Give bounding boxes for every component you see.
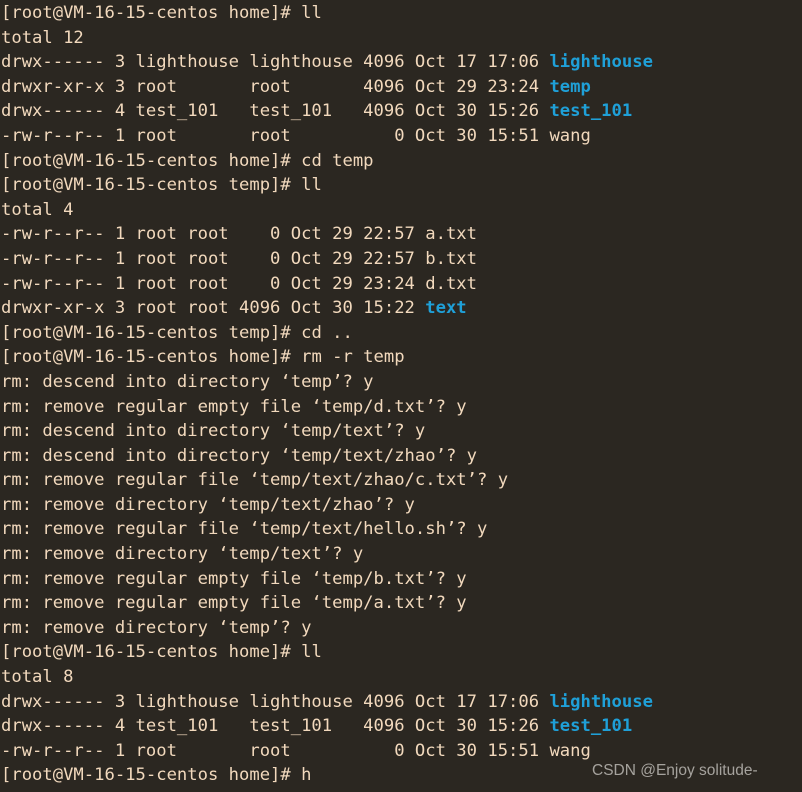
terminal-line: rm: descend into directory ‘temp’? y bbox=[1, 370, 653, 395]
listing-metadata: drwx------ 3 lighthouse lighthouse 4096 … bbox=[1, 691, 550, 712]
shell-command: h bbox=[301, 765, 312, 786]
command-output: rm: remove directory ‘temp/text’? y bbox=[1, 544, 364, 565]
terminal-screen[interactable]: [root@VM-16-15-centos home]# ll total 12 d… bbox=[1, 1, 653, 788]
command-output: total 12 bbox=[1, 27, 84, 48]
terminal-line: -rw-r--r-- 1 root root 0 Oct 29 23:24 d.… bbox=[1, 272, 653, 297]
terminal-line: rm: remove directory ‘temp/text’? y bbox=[1, 542, 653, 567]
terminal-line: rm: remove regular empty file ‘temp/d.tx… bbox=[1, 395, 653, 420]
listing-metadata: drwx------ 3 lighthouse lighthouse 4096 … bbox=[1, 52, 550, 73]
shell-command: ll bbox=[301, 642, 322, 663]
command-output: rm: descend into directory ‘temp/text/zh… bbox=[1, 445, 477, 466]
listing-metadata: drwx------ 4 test_101 test_101 4096 Oct … bbox=[1, 716, 550, 737]
command-output: rm: remove regular file ‘temp/text/hello… bbox=[1, 519, 488, 540]
terminal-line: total 4 bbox=[1, 198, 653, 223]
listing-metadata: -rw-r--r-- 1 root root 0 Oct 29 22:57 bbox=[1, 224, 426, 245]
shell-command: ll bbox=[301, 3, 322, 23]
command-output: rm: remove directory ‘temp/text/zhao’? y bbox=[1, 494, 415, 515]
shell-prompt: [root@VM-16-15-centos home]# bbox=[1, 642, 302, 663]
terminal-line: total 12 bbox=[1, 26, 653, 51]
command-output: rm: remove regular empty file ‘temp/b.tx… bbox=[1, 568, 467, 589]
directory-name: lighthouse bbox=[549, 52, 653, 73]
terminal-line: rm: remove regular file ‘temp/text/hello… bbox=[1, 517, 653, 542]
listing-metadata: -rw-r--r-- 1 root root 0 Oct 30 15:51 bbox=[1, 740, 550, 761]
shell-command: rm -r temp bbox=[301, 347, 405, 368]
shell-prompt: [root@VM-16-15-centos temp]# bbox=[1, 322, 302, 343]
terminal-line: drwx------ 3 lighthouse lighthouse 4096 … bbox=[1, 690, 653, 715]
directory-name: text bbox=[425, 298, 467, 319]
listing-metadata: drwxr-xr-x 3 root root 4096 Oct 30 15:22 bbox=[1, 298, 426, 319]
shell-prompt: [root@VM-16-15-centos home]# bbox=[1, 765, 302, 786]
directory-name: lighthouse bbox=[549, 691, 653, 712]
terminal-line: [root@VM-16-15-centos home]# ll bbox=[1, 640, 653, 665]
directory-name: test_101 bbox=[549, 101, 633, 122]
terminal-line: drwx------ 4 test_101 test_101 4096 Oct … bbox=[1, 714, 653, 739]
file-name: wang bbox=[549, 125, 591, 146]
terminal-line: [root@VM-16-15-centos temp]# ll bbox=[1, 173, 653, 198]
terminal-line: -rw-r--r-- 1 root root 0 Oct 30 15:51 wa… bbox=[1, 124, 653, 149]
listing-metadata: drwxr-xr-x 3 root root 4096 Oct 29 23:24 bbox=[1, 76, 550, 97]
terminal-line: drwx------ 4 test_101 test_101 4096 Oct … bbox=[1, 99, 653, 124]
shell-prompt: [root@VM-16-15-centos home]# bbox=[1, 3, 302, 23]
terminal-line: [root@VM-16-15-centos home]# cd temp bbox=[1, 149, 653, 174]
terminal-line: -rw-r--r-- 1 root root 0 Oct 29 22:57 a.… bbox=[1, 222, 653, 247]
directory-name: temp bbox=[549, 76, 591, 97]
file-name: wang bbox=[549, 740, 591, 761]
shell-prompt: [root@VM-16-15-centos home]# bbox=[1, 150, 302, 171]
listing-metadata: drwx------ 4 test_101 test_101 4096 Oct … bbox=[1, 101, 550, 122]
terminal-line: -rw-r--r-- 1 root root 0 Oct 30 15:51 wa… bbox=[1, 739, 653, 764]
listing-metadata: -rw-r--r-- 1 root root 0 Oct 29 22:57 bbox=[1, 248, 426, 269]
terminal-line: rm: remove regular empty file ‘temp/a.tx… bbox=[1, 591, 653, 616]
file-name: d.txt bbox=[425, 273, 478, 294]
shell-command: ll bbox=[301, 175, 322, 196]
command-output: total 8 bbox=[1, 667, 74, 688]
terminal-line: rm: remove regular empty file ‘temp/b.tx… bbox=[1, 567, 653, 592]
terminal-line: rm: remove directory ‘temp/text/zhao’? y bbox=[1, 493, 653, 518]
terminal-line: [root@VM-16-15-centos home]# ll bbox=[1, 1, 653, 26]
shell-prompt: [root@VM-16-15-centos home]# bbox=[1, 347, 302, 368]
terminal-line: rm: remove directory ‘temp’? y bbox=[1, 616, 653, 641]
command-output: rm: remove regular empty file ‘temp/d.tx… bbox=[1, 396, 467, 417]
file-name: b.txt bbox=[425, 248, 478, 269]
terminal-line: [root@VM-16-15-centos home]# rm -r temp bbox=[1, 345, 653, 370]
shell-prompt: [root@VM-16-15-centos temp]# bbox=[1, 175, 302, 196]
command-output: rm: remove directory ‘temp’? y bbox=[1, 617, 312, 638]
listing-metadata: -rw-r--r-- 1 root root 0 Oct 29 23:24 bbox=[1, 273, 426, 294]
terminal-line: total 8 bbox=[1, 665, 653, 690]
shell-command: cd .. bbox=[301, 322, 353, 343]
terminal-line: rm: remove regular file ‘temp/text/zhao/… bbox=[1, 468, 653, 493]
command-output: rm: remove regular empty file ‘temp/a.tx… bbox=[1, 593, 467, 614]
command-output: total 4 bbox=[1, 199, 74, 220]
terminal-window[interactable]: [root@VM-16-15-centos home]# ll total 12 d… bbox=[0, 0, 802, 792]
terminal-line: [root@VM-16-15-centos home]# h bbox=[1, 763, 653, 788]
command-output: rm: remove regular file ‘temp/text/zhao/… bbox=[1, 470, 509, 491]
terminal-line: rm: descend into directory ‘temp/text/zh… bbox=[1, 444, 653, 469]
listing-metadata: -rw-r--r-- 1 root root 0 Oct 30 15:51 bbox=[1, 125, 550, 146]
file-name: a.txt bbox=[425, 224, 478, 245]
command-output: rm: descend into directory ‘temp’? y bbox=[1, 371, 374, 392]
terminal-line: -rw-r--r-- 1 root root 0 Oct 29 22:57 b.… bbox=[1, 247, 653, 272]
terminal-line: drwx------ 3 lighthouse lighthouse 4096 … bbox=[1, 50, 653, 75]
terminal-line: drwxr-xr-x 3 root root 4096 Oct 30 15:22… bbox=[1, 296, 653, 321]
terminal-line: drwxr-xr-x 3 root root 4096 Oct 29 23:24… bbox=[1, 75, 653, 100]
directory-name: test_101 bbox=[549, 716, 633, 737]
terminal-line: rm: descend into directory ‘temp/text’? … bbox=[1, 419, 653, 444]
terminal-line: [root@VM-16-15-centos temp]# cd .. bbox=[1, 321, 653, 346]
shell-command: cd temp bbox=[301, 150, 374, 171]
command-output: rm: descend into directory ‘temp/text’? … bbox=[1, 421, 426, 442]
